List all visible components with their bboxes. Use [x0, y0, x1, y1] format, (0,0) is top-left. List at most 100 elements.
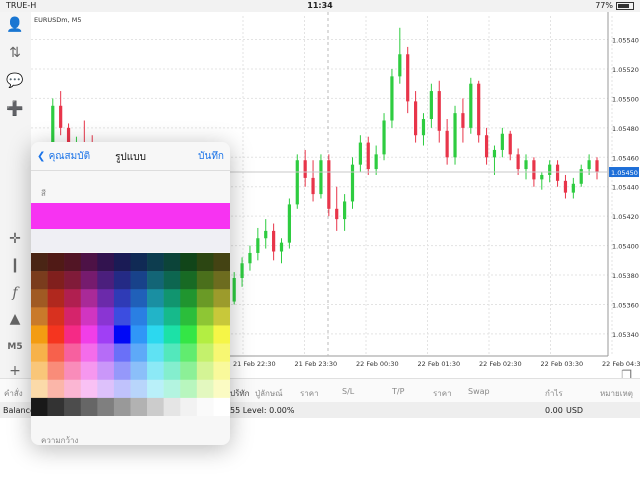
palette-color-cell[interactable] [64, 253, 82, 272]
palette-color-cell[interactable] [213, 397, 230, 416]
palette-color-cell[interactable] [47, 253, 65, 272]
palette-color-cell[interactable] [80, 397, 98, 416]
palette-color-cell[interactable] [80, 289, 98, 308]
palette-color-cell[interactable] [196, 379, 214, 399]
palette-color-cell[interactable] [47, 379, 65, 399]
palette-color-cell[interactable] [80, 343, 98, 362]
palette-color-cell[interactable] [113, 289, 131, 308]
palette-color-cell[interactable] [47, 361, 65, 381]
palette-color-cell[interactable] [130, 361, 148, 381]
palette-color-cell[interactable] [31, 307, 48, 326]
palette-color-cell[interactable] [180, 379, 198, 399]
palette-color-cell[interactable] [64, 397, 82, 416]
palette-color-cell[interactable] [64, 325, 82, 344]
palette-color-cell[interactable] [130, 289, 148, 308]
palette-color-cell[interactable] [130, 307, 148, 326]
tab-partial[interactable]: ปร้ทัก [230, 387, 250, 400]
palette-color-cell[interactable] [31, 343, 48, 362]
palette-color-cell[interactable] [97, 307, 115, 326]
palette-color-cell[interactable] [163, 253, 181, 272]
palette-color-cell[interactable] [64, 271, 82, 290]
palette-color-cell[interactable] [180, 289, 198, 308]
palette-color-cell[interactable] [130, 325, 148, 344]
palette-color-cell[interactable] [130, 271, 148, 290]
palette-color-cell[interactable] [180, 253, 198, 272]
account-icon[interactable]: 👤 [6, 16, 24, 34]
palette-color-cell[interactable] [196, 343, 214, 362]
palette-color-cell[interactable] [147, 271, 164, 290]
palette-color-cell[interactable] [47, 343, 65, 362]
palette-color-cell[interactable] [196, 289, 214, 308]
palette-color-cell[interactable] [180, 325, 198, 344]
palette-color-cell[interactable] [113, 253, 131, 272]
new-document-icon[interactable]: ➕ [6, 100, 24, 118]
timeframe-button[interactable]: M5 [6, 338, 24, 356]
palette-color-cell[interactable] [80, 253, 98, 272]
palette-color-cell[interactable] [31, 379, 48, 399]
palette-color-cell[interactable] [180, 307, 198, 326]
save-button[interactable]: บันทึก [198, 149, 224, 164]
palette-color-cell[interactable] [147, 253, 164, 272]
palette-color-cell[interactable] [113, 325, 131, 344]
palette-color-cell[interactable] [196, 307, 214, 326]
palette-color-cell[interactable] [147, 343, 164, 362]
palette-color-cell[interactable] [47, 307, 65, 326]
palette-color-cell[interactable] [97, 253, 115, 272]
palette-color-cell[interactable] [163, 271, 181, 290]
palette-color-cell[interactable] [31, 325, 48, 344]
palette-color-cell[interactable] [163, 397, 181, 416]
palette-color-cell[interactable] [213, 379, 230, 399]
palette-color-cell[interactable] [180, 361, 198, 381]
palette-color-cell[interactable] [97, 361, 115, 381]
palette-color-cell[interactable] [31, 361, 48, 381]
palette-color-cell[interactable] [31, 253, 48, 272]
palette-color-cell[interactable] [180, 343, 198, 362]
palette-color-cell[interactable] [147, 325, 164, 344]
palette-color-cell[interactable] [31, 289, 48, 308]
palette-color-cell[interactable] [213, 307, 230, 326]
palette-color-cell[interactable] [64, 343, 82, 362]
palette-color-cell[interactable] [147, 307, 164, 326]
palette-color-cell[interactable] [80, 379, 98, 399]
palette-color-cell[interactable] [97, 271, 115, 290]
palette-color-cell[interactable] [64, 379, 82, 399]
palette-color-cell[interactable] [113, 271, 131, 290]
palette-color-cell[interactable] [130, 397, 148, 416]
palette-color-cell[interactable] [180, 397, 198, 416]
chat-icon[interactable]: 💬 [6, 72, 24, 90]
palette-color-cell[interactable] [64, 289, 82, 308]
objects-icon[interactable]: ▲ [6, 310, 24, 328]
palette-color-cell[interactable] [97, 325, 115, 344]
palette-color-cell[interactable] [213, 361, 230, 381]
palette-color-cell[interactable] [213, 343, 230, 362]
palette-color-cell[interactable] [163, 325, 181, 344]
palette-color-cell[interactable] [196, 361, 214, 381]
palette-color-cell[interactable] [163, 361, 181, 381]
palette-color-cell[interactable] [113, 397, 131, 416]
palette-color-cell[interactable] [47, 271, 65, 290]
palette-color-cell[interactable] [147, 289, 164, 308]
palette-color-cell[interactable] [113, 361, 131, 381]
palette-color-cell[interactable] [97, 397, 115, 416]
palette-color-cell[interactable] [80, 271, 98, 290]
crosshair-icon[interactable]: ✛ [6, 230, 24, 248]
trade-arrows-icon[interactable]: ⇅ [6, 44, 24, 62]
palette-color-cell[interactable] [47, 289, 65, 308]
palette-color-cell[interactable] [97, 289, 115, 308]
palette-color-cell[interactable] [163, 379, 181, 399]
palette-color-cell[interactable] [196, 397, 214, 416]
palette-color-cell[interactable] [130, 253, 148, 272]
palette-color-cell[interactable] [196, 253, 214, 272]
palette-color-cell[interactable] [147, 379, 164, 399]
palette-color-cell[interactable] [47, 397, 65, 416]
palette-color-cell[interactable] [163, 289, 181, 308]
palette-color-cell[interactable] [196, 325, 214, 344]
palette-color-cell[interactable] [80, 325, 98, 344]
palette-color-cell[interactable] [213, 325, 230, 344]
palette-color-cell[interactable] [213, 253, 230, 272]
palette-color-cell[interactable] [80, 361, 98, 381]
palette-color-cell[interactable] [64, 307, 82, 326]
palette-color-cell[interactable] [97, 343, 115, 362]
color-palette[interactable] [31, 253, 230, 416]
palette-color-cell[interactable] [130, 379, 148, 399]
